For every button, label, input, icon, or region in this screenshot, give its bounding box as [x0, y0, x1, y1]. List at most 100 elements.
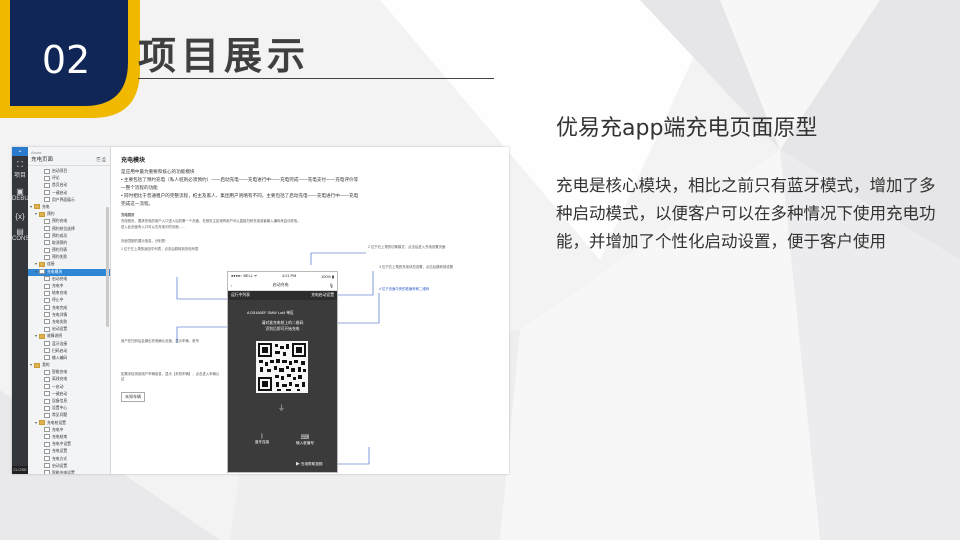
tree-item[interactable]: 取消预约	[28, 240, 110, 247]
tree-item-label: 评论	[52, 176, 60, 181]
phone-nav-bar: ‹ 启动充电 🎙	[228, 280, 337, 291]
prototype-document: 充电模块 是应用中最为重要和核心的功能模块 • 主要包括了预约充电（私人桩则必须…	[111, 147, 509, 474]
page-icon	[44, 312, 50, 318]
close-button[interactable]: CLOSE	[12, 466, 28, 474]
page-icon	[44, 168, 50, 174]
page-icon	[44, 254, 50, 260]
tree-item[interactable]: 充电详情	[28, 312, 110, 319]
tree-item[interactable]: 充电方式	[28, 456, 110, 463]
tree-item[interactable]: 一键启动	[28, 190, 110, 197]
tree-item[interactable]: 启动项目	[28, 168, 110, 175]
variables-icon[interactable]: {x}	[12, 212, 28, 221]
page-icon	[44, 175, 50, 181]
enter-station-number-button[interactable]: ⌨ 输入桩编号	[285, 434, 325, 446]
tree-item-label: 充电设置	[52, 449, 68, 454]
qr-code-icon[interactable]	[256, 341, 308, 393]
tree-item[interactable]: ▾ 充电模块	[28, 268, 110, 276]
tree-item[interactable]: 充电结束	[28, 434, 110, 441]
menu-icon[interactable]: ⌄	[12, 147, 28, 156]
page-icon	[44, 247, 50, 253]
tree-item[interactable]: ▾ 我的	[28, 362, 110, 369]
tree-item[interactable]: 设备信息	[28, 398, 110, 405]
tree-item[interactable]: 停止中	[28, 297, 110, 304]
doc-line: • 同时相比于普通租户的完整流程，桩主及家人、集团用户则略有不同，主要包括了启动…	[121, 193, 359, 198]
status-time: 4:21 PM	[282, 274, 297, 278]
bluetooth-connect-button[interactable]: ᛒ 蓝牙连接	[242, 434, 282, 445]
tree-item-label: 充电中	[52, 427, 64, 432]
page-icon	[44, 305, 50, 311]
tree-item[interactable]: 离线充电	[28, 376, 110, 383]
microphone-icon[interactable]: 🎙	[329, 283, 334, 288]
page-icon	[44, 218, 50, 224]
prototype-description: 充电是核心模块，相比之前只有蓝牙模式，增加了多种启动模式，以便客户可以在多种情况…	[556, 176, 936, 251]
prototype-icon-sidebar: ⌄ ⛶ 项目 ▣ DEBUG {x} ▤ CONSOLE CLOSE	[12, 147, 41, 474]
start-settings-tab[interactable]: 充电启动设置	[311, 293, 334, 298]
tree-item[interactable]: ▾ 故障说明	[28, 333, 110, 340]
tree-item[interactable]: 扫码启动	[28, 348, 110, 355]
section-number: 02	[41, 38, 91, 82]
folder-icon	[34, 204, 40, 210]
page-icon	[39, 269, 45, 275]
back-icon[interactable]: ‹	[231, 283, 232, 288]
tree-item[interactable]: 预约列表	[28, 247, 110, 254]
console-icon[interactable]: ▤ CONSOLE	[12, 227, 41, 242]
tree-item-label: 停止中	[52, 298, 64, 303]
tree-item[interactable]: 充电中	[28, 427, 110, 434]
tree-item[interactable]: ▾ 充电	[28, 204, 110, 211]
tree-item[interactable]: 智能充电设置	[28, 470, 110, 474]
tree-item[interactable]: 预约充电	[28, 218, 110, 225]
org-chart-icon[interactable]: ⛶ 项目	[12, 160, 28, 179]
tree-item[interactable]: 用户界面展示	[28, 197, 110, 204]
tree-item[interactable]: 启动设置	[28, 463, 110, 470]
play-icon: ▶	[296, 461, 300, 467]
tree-item[interactable]: 设置中心	[28, 405, 110, 412]
tree-item[interactable]: 智能充电	[28, 369, 110, 376]
tree-item[interactable]: 评论	[28, 175, 110, 182]
page-icon	[44, 233, 50, 239]
page-icon	[44, 341, 50, 346]
tree-item[interactable]: 充电完成	[28, 305, 110, 312]
tree-item-label: 一键启动	[52, 190, 68, 195]
doc-note: 充电首页，要求充电的用户入口进入后的第一个页面，在首页主区域有用户可以直接扫码充…	[121, 219, 301, 223]
carrier-signal: ●●●●○ BELL ᯤ	[231, 273, 258, 278]
tree-item[interactable]: ▾ 充电桩设置	[28, 420, 110, 427]
folder-icon	[39, 420, 45, 426]
debug-icon[interactable]: ▣ DEBUG	[12, 187, 33, 202]
tree-tools[interactable]: ⎘ ⎙	[97, 157, 106, 163]
tree-item[interactable]: 充电失败	[28, 319, 110, 326]
tree-item[interactable]: 充电设置	[28, 448, 110, 455]
folder-icon	[34, 362, 40, 368]
running-list-tab[interactable]: 运行中列表	[231, 293, 250, 298]
tree-item[interactable]: 结束充电	[28, 290, 110, 297]
page-icon	[44, 384, 50, 390]
tree-item[interactable]: ▾ 连接	[28, 261, 110, 268]
tree-item[interactable]: ▾ 预约	[28, 211, 110, 218]
tree-item[interactable]: 预约失败	[28, 254, 110, 261]
page-icon	[44, 283, 50, 289]
tree-scrollbar[interactable]	[106, 207, 109, 327]
tree-item[interactable]: 一键启动	[28, 391, 110, 398]
tree-item-label: 智能充电设置	[52, 470, 75, 474]
tree-item[interactable]: 输入编码	[28, 355, 110, 362]
tree-item-label: 充电	[42, 204, 50, 209]
page-icon	[44, 369, 50, 375]
tree-item[interactable]: 常见问题	[28, 412, 110, 419]
tree-item[interactable]: 启动设置	[28, 326, 110, 333]
tree-item[interactable]: 预约成功	[28, 233, 110, 240]
tree-item[interactable]: 首页启动	[28, 182, 110, 189]
tree-item[interactable]: 预约桩位选择	[28, 226, 110, 233]
prototype-screenshot: ⌄ ⛶ 项目 ▣ DEBUG {x} ▤ CONSOLE CLOSE Axure 充电…	[12, 147, 509, 474]
tree-item[interactable]: 蓝牙连接	[28, 341, 110, 348]
tree-item[interactable]: 充电中设置	[28, 441, 110, 448]
scan-instruction-sub: 识别后即可开始充电	[265, 327, 300, 331]
tree-item[interactable]: 启动充电	[28, 276, 110, 283]
page-icon	[44, 297, 50, 303]
tree-item[interactable]: 一启动	[28, 384, 110, 391]
tree-item-label: 充电中设置	[52, 442, 71, 447]
station-id: A D5166EF SMW Lot4 单区	[247, 311, 294, 315]
help-video-link[interactable]: ▶ 充电帮助视频	[296, 461, 322, 467]
tree-item[interactable]: 充电中	[28, 283, 110, 290]
doc-note: 进入此页面有入口可以去充电中的页面……	[121, 225, 186, 229]
unknown-vehicle-button[interactable]: 未知车辆	[121, 392, 145, 402]
tree-item-label: 常见问题	[52, 413, 68, 418]
